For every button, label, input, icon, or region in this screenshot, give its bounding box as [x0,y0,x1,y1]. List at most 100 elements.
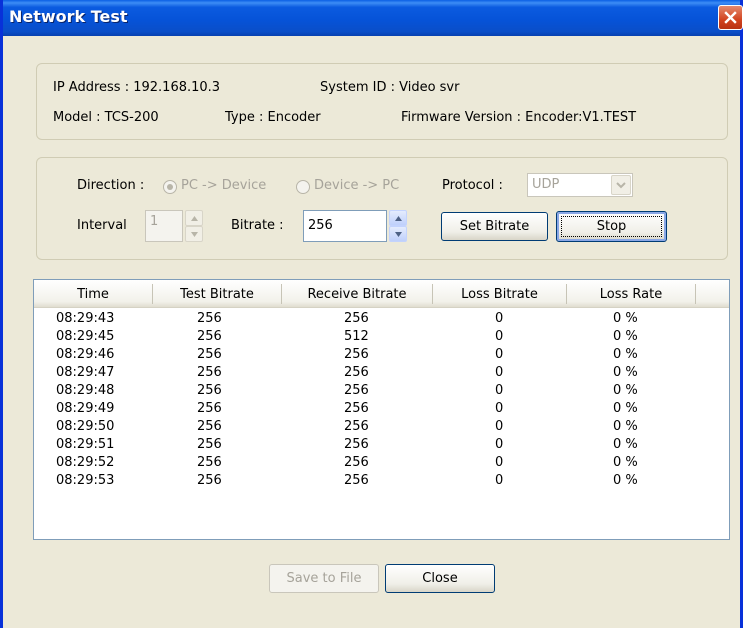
cell-loss-bitrate: 0 [495,329,504,344]
cell-loss-rate: 0 % [613,455,638,470]
table-row[interactable]: 08:29:48 256 256 0 0 % [34,382,729,400]
firmware-version-text: Firmware Version : Encoder:V1.TEST [401,110,637,125]
cell-loss-rate: 0 % [613,365,638,380]
direction-label: Direction : [77,178,145,193]
arrow-down-icon [394,231,402,237]
interval-up-button[interactable] [185,210,203,226]
window-close-button[interactable] [718,5,743,30]
cell-time: 08:29:53 [56,473,115,488]
cell-loss-rate: 0 % [613,329,638,344]
cell-time: 08:29:46 [56,347,115,362]
cell-loss-bitrate: 0 [495,401,504,416]
close-icon [724,11,737,24]
type-text: Type : Encoder [225,110,321,125]
column-header-receive-bitrate[interactable]: Receive Bitrate [282,280,432,308]
stop-button[interactable]: Stop [556,211,667,242]
focus-ring [561,216,662,237]
cell-receive-bitrate: 256 [344,365,369,380]
save-to-file-button[interactable]: Save to File [269,564,379,593]
cell-loss-rate: 0 % [613,437,638,452]
table-row[interactable]: 08:29:47 256 256 0 0 % [34,364,729,382]
cell-test-bitrate: 256 [197,347,222,362]
cell-test-bitrate: 256 [197,311,222,326]
save-to-file-button-label: Save to File [286,571,362,586]
cell-receive-bitrate: 256 [344,311,369,326]
cell-loss-rate: 0 % [613,401,638,416]
interval-spinner[interactable] [185,210,203,242]
bitrate-input[interactable]: 256 [303,210,387,242]
system-id-text: System ID : Video svr [320,80,460,95]
cell-loss-bitrate: 0 [495,419,504,434]
table-row[interactable]: 08:29:53 256 256 0 0 % [34,472,729,490]
interval-down-button[interactable] [185,226,203,242]
device-info-group [36,63,728,140]
cell-receive-bitrate: 256 [344,383,369,398]
cell-time: 08:29:43 [56,311,115,326]
cell-receive-bitrate: 256 [344,473,369,488]
column-header-loss-rate[interactable]: Loss Rate [567,280,695,308]
protocol-select[interactable]: UDP [527,173,633,197]
cell-receive-bitrate: 256 [344,419,369,434]
cell-receive-bitrate: 512 [344,329,369,344]
interval-label: Interval [77,218,127,233]
direction-option-device-to-pc-label: Device -> PC [314,178,400,193]
cell-receive-bitrate: 256 [344,401,369,416]
interval-input[interactable]: 1 [145,210,183,242]
bitrate-up-button[interactable] [389,210,407,226]
network-test-dialog: Network Test IP Address : 192.168.10.3 S… [0,0,743,628]
cell-loss-bitrate: 0 [495,455,504,470]
cell-loss-bitrate: 0 [495,347,504,362]
cell-test-bitrate: 256 [197,419,222,434]
column-divider[interactable] [695,284,696,304]
set-bitrate-button-label: Set Bitrate [459,219,530,234]
cell-time: 08:29:49 [56,401,115,416]
cell-time: 08:29:52 [56,455,115,470]
protocol-value: UDP [532,177,560,192]
cell-test-bitrate: 256 [197,401,222,416]
column-header-test-bitrate[interactable]: Test Bitrate [153,280,281,308]
table-row[interactable]: 08:29:43 256 256 0 0 % [34,310,729,328]
cell-test-bitrate: 256 [197,365,222,380]
window-title: Network Test [9,7,128,26]
table-row[interactable]: 08:29:49 256 256 0 0 % [34,400,729,418]
direction-radio-pc-to-device[interactable] [163,180,177,194]
cell-loss-rate: 0 % [613,473,638,488]
close-button[interactable]: Close [385,564,495,593]
cell-test-bitrate: 256 [197,329,222,344]
ip-address-text: IP Address : 192.168.10.3 [53,80,221,95]
cell-receive-bitrate: 256 [344,437,369,452]
cell-loss-bitrate: 0 [495,437,504,452]
cell-loss-bitrate: 0 [495,473,504,488]
cell-test-bitrate: 256 [197,473,222,488]
cell-receive-bitrate: 256 [344,455,369,470]
arrow-down-icon [190,231,198,237]
table-row[interactable]: 08:29:50 256 256 0 0 % [34,418,729,436]
table-row[interactable]: 08:29:46 256 256 0 0 % [34,346,729,364]
set-bitrate-button[interactable]: Set Bitrate [441,212,548,241]
cell-loss-rate: 0 % [613,347,638,362]
table-header: Time Test Bitrate Receive Bitrate Loss B… [34,280,729,308]
table-row[interactable]: 08:29:51 256 256 0 0 % [34,436,729,454]
arrow-up-icon [394,215,402,221]
table-row[interactable]: 08:29:52 256 256 0 0 % [34,454,729,472]
cell-loss-rate: 0 % [613,419,638,434]
bitrate-down-button[interactable] [389,226,407,242]
bitrate-spinner[interactable] [389,210,407,242]
cell-loss-bitrate: 0 [495,383,504,398]
arrow-up-icon [190,215,198,221]
direction-option-pc-to-device-label: PC -> Device [181,178,267,193]
column-header-loss-bitrate[interactable]: Loss Bitrate [433,280,566,308]
cell-time: 08:29:51 [56,437,115,452]
cell-time: 08:29:47 [56,365,115,380]
cell-time: 08:29:45 [56,329,115,344]
cell-receive-bitrate: 256 [344,347,369,362]
title-bar[interactable]: Network Test [3,0,743,36]
close-button-label: Close [422,571,458,586]
table-row[interactable]: 08:29:45 256 512 0 0 % [34,328,729,346]
column-header-time[interactable]: Time [34,280,152,308]
cell-loss-bitrate: 0 [495,311,504,326]
results-table[interactable]: Time Test Bitrate Receive Bitrate Loss B… [33,279,730,540]
protocol-dropdown-button[interactable] [611,175,631,195]
cell-time: 08:29:50 [56,419,115,434]
direction-radio-device-to-pc[interactable] [296,180,310,194]
